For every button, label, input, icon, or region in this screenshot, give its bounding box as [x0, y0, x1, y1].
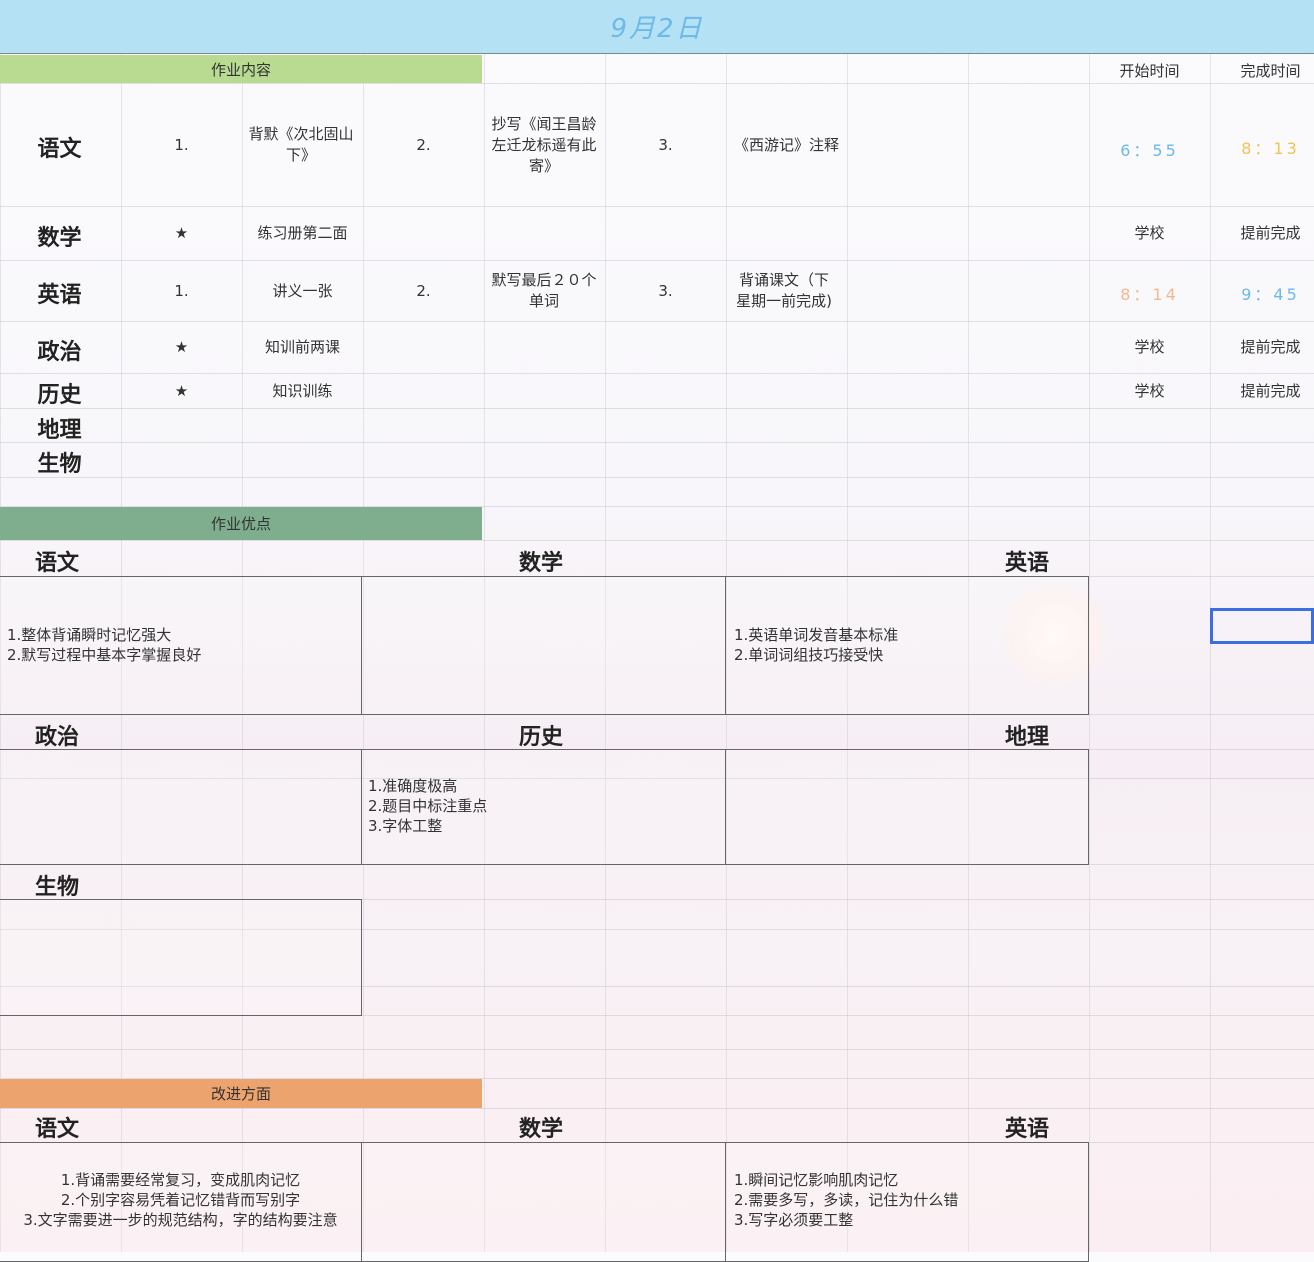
grid-line: [0, 477, 1314, 478]
grid-line: [0, 408, 1314, 409]
improvements-english-label[interactable]: 英语: [1005, 1111, 1049, 1143]
math-start[interactable]: 学校: [1089, 207, 1210, 260]
strengths-biology-box[interactable]: [0, 899, 362, 1016]
improvements-english-text: 1.瞬间记忆影响肌肉记忆 2.需要多写，多读，记住为什么错 3.写字必须要工整: [734, 1171, 959, 1229]
sheet-title[interactable]: 9月2日: [0, 0, 1314, 54]
grid-line: [0, 1108, 1314, 1109]
chinese-item-2-task[interactable]: 抄写《闻王昌龄左迁龙标遥有此寄》: [488, 84, 600, 206]
english-item-2-number[interactable]: 2.: [363, 261, 484, 321]
english-finish-time[interactable]: 9：45: [1210, 281, 1314, 305]
improvements-chinese-text: 1.背诵需要经常复习，变成肌肉记忆 2.个别字容易凭着记忆错背而写别字 3.文字…: [23, 1171, 338, 1229]
subject-geography[interactable]: 地理: [0, 412, 119, 444]
chinese-item-1-task[interactable]: 背默《次北固山下》: [245, 84, 357, 206]
finish-time-header[interactable]: 完成时间: [1210, 60, 1314, 81]
subject-chinese[interactable]: 语文: [0, 131, 119, 163]
improvements-chinese-label[interactable]: 语文: [35, 1111, 79, 1143]
grid-line: [0, 442, 1314, 443]
improvements-math-label[interactable]: 数学: [519, 1111, 563, 1143]
improvements-english-box[interactable]: 1.瞬间记忆影响肌肉记忆 2.需要多写，多读，记住为什么错 3.写字必须要工整: [725, 1142, 1089, 1262]
subject-math[interactable]: 数学: [0, 220, 119, 252]
strengths-section-header[interactable]: 作业优点: [0, 507, 482, 540]
politics-start[interactable]: 学校: [1089, 322, 1210, 373]
english-start-time[interactable]: 8：14: [1089, 281, 1210, 305]
english-item-1-number[interactable]: 1.: [121, 261, 242, 321]
chinese-item-1-number[interactable]: 1.: [121, 84, 242, 206]
subject-politics[interactable]: 政治: [0, 334, 119, 366]
strengths-history-box[interactable]: 1.准确度极高 2.题目中标注重点 3.字体工整: [361, 749, 726, 865]
history-task[interactable]: 知识训练: [242, 374, 363, 408]
homework-section-header[interactable]: 作业内容: [0, 55, 482, 83]
subject-english[interactable]: 英语: [0, 277, 119, 309]
improvements-chinese-box[interactable]: 1.背诵需要经常复习，变成肌肉记忆 2.个别字容易凭着记忆错背而写别字 3.文字…: [0, 1142, 362, 1262]
strengths-chinese-label[interactable]: 语文: [35, 545, 79, 577]
chinese-item-3-number[interactable]: 3.: [605, 84, 726, 206]
strengths-math-box[interactable]: [361, 576, 726, 715]
chinese-finish-time[interactable]: 8：13: [1210, 135, 1314, 159]
english-item-3-number[interactable]: 3.: [605, 261, 726, 321]
history-start[interactable]: 学校: [1089, 374, 1210, 408]
selected-cell[interactable]: [1210, 608, 1314, 644]
strengths-english-text: 1.英语单词发音基本标准 2.单词词组技巧接受快: [734, 626, 899, 664]
politics-finish[interactable]: 提前完成: [1210, 322, 1314, 373]
strengths-english-box[interactable]: 1.英语单词发音基本标准 2.单词词组技巧接受快: [725, 576, 1089, 715]
strengths-math-label[interactable]: 数学: [519, 545, 563, 577]
politics-star-icon: ★: [174, 338, 189, 356]
math-star-icon: ★: [174, 224, 189, 242]
history-finish[interactable]: 提前完成: [1210, 374, 1314, 408]
chinese-item-2-number[interactable]: 2.: [363, 84, 484, 206]
strengths-english-label[interactable]: 英语: [1005, 545, 1049, 577]
strengths-politics-box[interactable]: [0, 749, 362, 865]
strengths-politics-label[interactable]: 政治: [35, 719, 79, 751]
chinese-item-3-task[interactable]: 《西游记》注释: [726, 84, 847, 206]
chinese-start-time[interactable]: 6：55: [1089, 137, 1210, 161]
strengths-biology-label[interactable]: 生物: [35, 869, 79, 901]
strengths-history-label[interactable]: 历史: [519, 719, 563, 751]
english-item-2-task[interactable]: 默写最后２０个单词: [490, 261, 598, 321]
english-item-3-task[interactable]: 背诵课文（下星期一前完成): [732, 261, 836, 321]
subject-history[interactable]: 历史: [0, 377, 119, 409]
strengths-geography-box[interactable]: [725, 749, 1089, 865]
subject-biology[interactable]: 生物: [0, 446, 119, 478]
improvements-section-header[interactable]: 改进方面: [0, 1079, 482, 1108]
history-star-icon: ★: [174, 381, 189, 400]
strengths-geography-label[interactable]: 地理: [1005, 719, 1049, 751]
strengths-chinese-text: 1.整体背诵瞬时记忆强大 2.默写过程中基本字掌握良好: [7, 626, 202, 664]
politics-task[interactable]: 知训前两课: [242, 322, 363, 373]
grid-line: [0, 540, 1314, 541]
strengths-history-text: 1.准确度极高 2.题目中标注重点 3.字体工整: [368, 777, 488, 835]
english-item-1-task[interactable]: 讲义一张: [242, 261, 363, 321]
strengths-chinese-box[interactable]: 1.整体背诵瞬时记忆强大 2.默写过程中基本字掌握良好: [0, 576, 362, 715]
grid-line: [0, 1049, 1314, 1050]
math-task[interactable]: 练习册第二面: [242, 207, 363, 260]
math-finish[interactable]: 提前完成: [1210, 207, 1314, 260]
improvements-math-box[interactable]: [361, 1142, 726, 1262]
start-time-header[interactable]: 开始时间: [1089, 60, 1210, 81]
